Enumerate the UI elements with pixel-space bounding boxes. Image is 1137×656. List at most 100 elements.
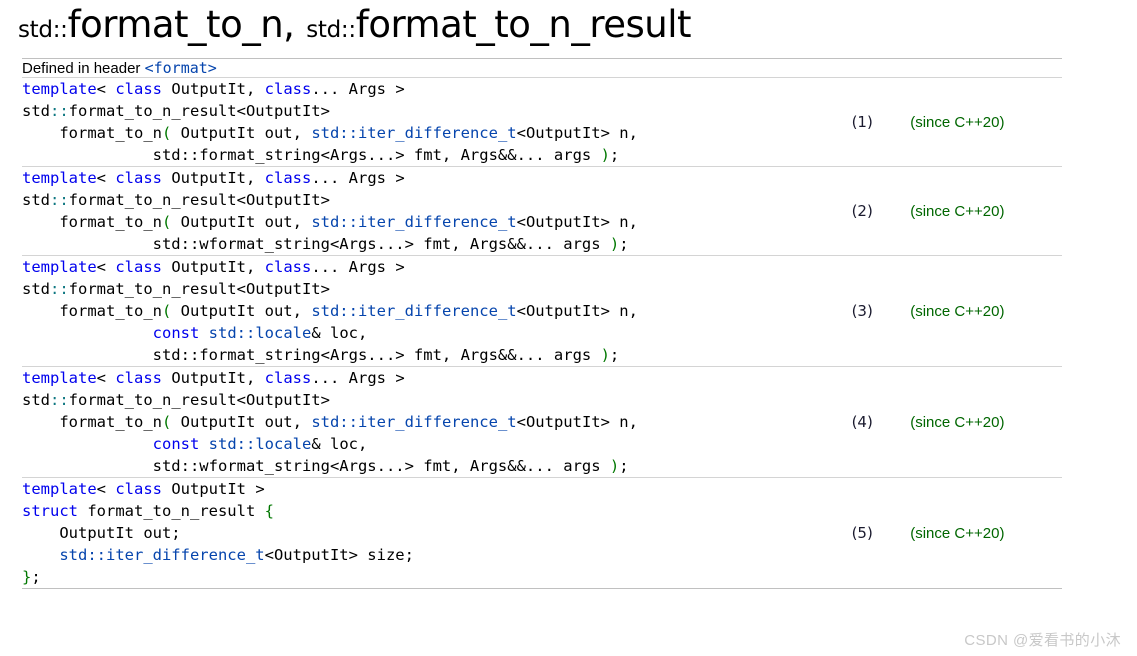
page-title-namespace-2: std:: (306, 17, 356, 43)
code-token: ... Args > (311, 169, 405, 187)
declaration-table: Defined in header <format> template< cla… (22, 58, 1062, 589)
signature-code: template< class OutputIt, class... Args … (22, 367, 852, 477)
signature-code-cell: template< class OutputIt, class... Args … (22, 366, 852, 478)
csdn-watermark: CSDN @爱看书的小沐 (964, 632, 1121, 649)
code-token: ) (600, 346, 610, 364)
code-token[interactable]: std::iter_difference_t (59, 546, 264, 564)
code-token: template (22, 80, 97, 98)
code-token[interactable]: std::iter_difference_t (311, 302, 516, 320)
signature-number: (4) (851, 366, 911, 478)
code-token: struct (22, 502, 78, 520)
code-token: template (22, 369, 97, 387)
code-token: format_to_n_result (78, 502, 265, 520)
code-token: <OutputIt> n, (516, 302, 638, 320)
signature-row: template< class OutputIt, class... Args … (22, 366, 1062, 478)
page-title-name-2: format_to_n_result (355, 3, 692, 46)
signature-row: template< class OutputIt, class... Args … (22, 77, 1062, 167)
code-token: class (264, 258, 312, 276)
code-token: template (22, 258, 97, 276)
code-token: format_to_n_result<OutputIt> (68, 391, 330, 409)
code-token: :: (50, 280, 69, 298)
code-token: class (264, 369, 312, 387)
code-token: ; (609, 146, 620, 164)
code-token: :: (50, 191, 69, 209)
code-token: template (22, 169, 97, 187)
defined-in-header-row: Defined in header <format> (22, 59, 1062, 78)
signature-code-cell: template< class OutputIt, class... Args … (22, 77, 852, 167)
code-token: <OutputIt> n, (516, 413, 638, 431)
code-token: ... Args > (311, 258, 405, 276)
code-token: OutputIt, (162, 258, 265, 276)
code-token: class (264, 80, 312, 98)
code-token: OutputIt, (162, 169, 265, 187)
code-token: OutputIt, (162, 80, 265, 98)
code-token: class (115, 169, 162, 187)
code-token: class (115, 258, 162, 276)
code-token: class (115, 369, 162, 387)
signature-code-cell: template< class OutputIt, class... Args … (22, 166, 852, 256)
code-token: < (96, 480, 116, 498)
signature-since-badge: (since C++20) (910, 255, 1062, 367)
signature-since-badge: (since C++20) (910, 77, 1062, 167)
code-token: OutputIt out, (171, 124, 312, 142)
page-title: std::format_to_n, std::format_to_n_resul… (18, 3, 692, 46)
signature-number: (1) (851, 77, 911, 167)
code-token: & loc, (311, 324, 368, 342)
signature-number: (2) (851, 166, 911, 256)
header-file-link[interactable]: <format> (145, 59, 217, 77)
code-token: class (115, 480, 162, 498)
code-token: <OutputIt> size; (264, 546, 414, 564)
signature-code: template< class OutputIt, class... Args … (22, 167, 852, 255)
code-token: std::wformat_string<Args...> fmt, Args&&… (22, 235, 610, 253)
code-token: ) (600, 146, 610, 164)
code-token: format_to_n_result<OutputIt> (68, 191, 330, 209)
code-token: <OutputIt> n, (516, 213, 638, 231)
page-title-namespace-1: std:: (18, 17, 68, 43)
signature-row: template< class OutputIt, class... Args … (22, 166, 1062, 256)
code-token: std (22, 391, 50, 409)
signature-row: template< class OutputIt, class... Args … (22, 255, 1062, 367)
code-token[interactable]: std::iter_difference_t (311, 413, 516, 431)
code-token: format_to_n_result<OutputIt> (68, 102, 330, 120)
signature-row: template< class OutputIt > struct format… (22, 477, 1062, 589)
code-token: ; (619, 457, 629, 475)
signature-since-badge: (since C++20) (910, 366, 1062, 478)
code-token: ( (161, 124, 172, 142)
signature-number: (3) (851, 255, 911, 367)
code-token: < (96, 369, 116, 387)
code-token: :: (50, 102, 69, 120)
code-token: :: (50, 391, 69, 409)
defined-in-header-label: Defined in header (22, 60, 141, 77)
page-title-comma: , (283, 3, 295, 46)
signature-code: template< class OutputIt > struct format… (22, 478, 852, 588)
code-token: OutputIt out, (171, 213, 312, 231)
code-token[interactable]: std::locale (209, 324, 312, 342)
code-token: format_to_n (22, 413, 162, 431)
code-token[interactable]: std::locale (209, 435, 312, 453)
declaration-table-body: Defined in header <format> template< cla… (22, 59, 1062, 589)
code-token: format_to_n_result<OutputIt> (68, 280, 330, 298)
code-token: ... Args > (311, 369, 405, 387)
code-token: format_to_n (22, 124, 162, 142)
signature-code-cell: template< class OutputIt, class... Args … (22, 255, 852, 367)
signature-code: template< class OutputIt, class... Args … (22, 78, 852, 166)
code-token: class (115, 80, 162, 98)
code-token: <OutputIt> n, (516, 124, 638, 142)
code-token: OutputIt out, (171, 302, 312, 320)
code-token: template (22, 480, 97, 498)
code-token: { (264, 502, 274, 520)
code-token: std (22, 280, 50, 298)
code-token: std::format_string<Args...> fmt, Args&&.… (22, 146, 601, 164)
code-token[interactable]: std::iter_difference_t (311, 124, 516, 142)
code-token: ; (609, 346, 620, 364)
code-token[interactable]: std::iter_difference_t (311, 213, 516, 231)
code-token: OutputIt > (162, 480, 265, 498)
code-token: const (152, 435, 200, 453)
code-token: ( (161, 302, 172, 320)
code-token: OutputIt, (162, 369, 265, 387)
signature-code-cell: template< class OutputIt > struct format… (22, 477, 852, 589)
code-token: format_to_n (22, 302, 162, 320)
